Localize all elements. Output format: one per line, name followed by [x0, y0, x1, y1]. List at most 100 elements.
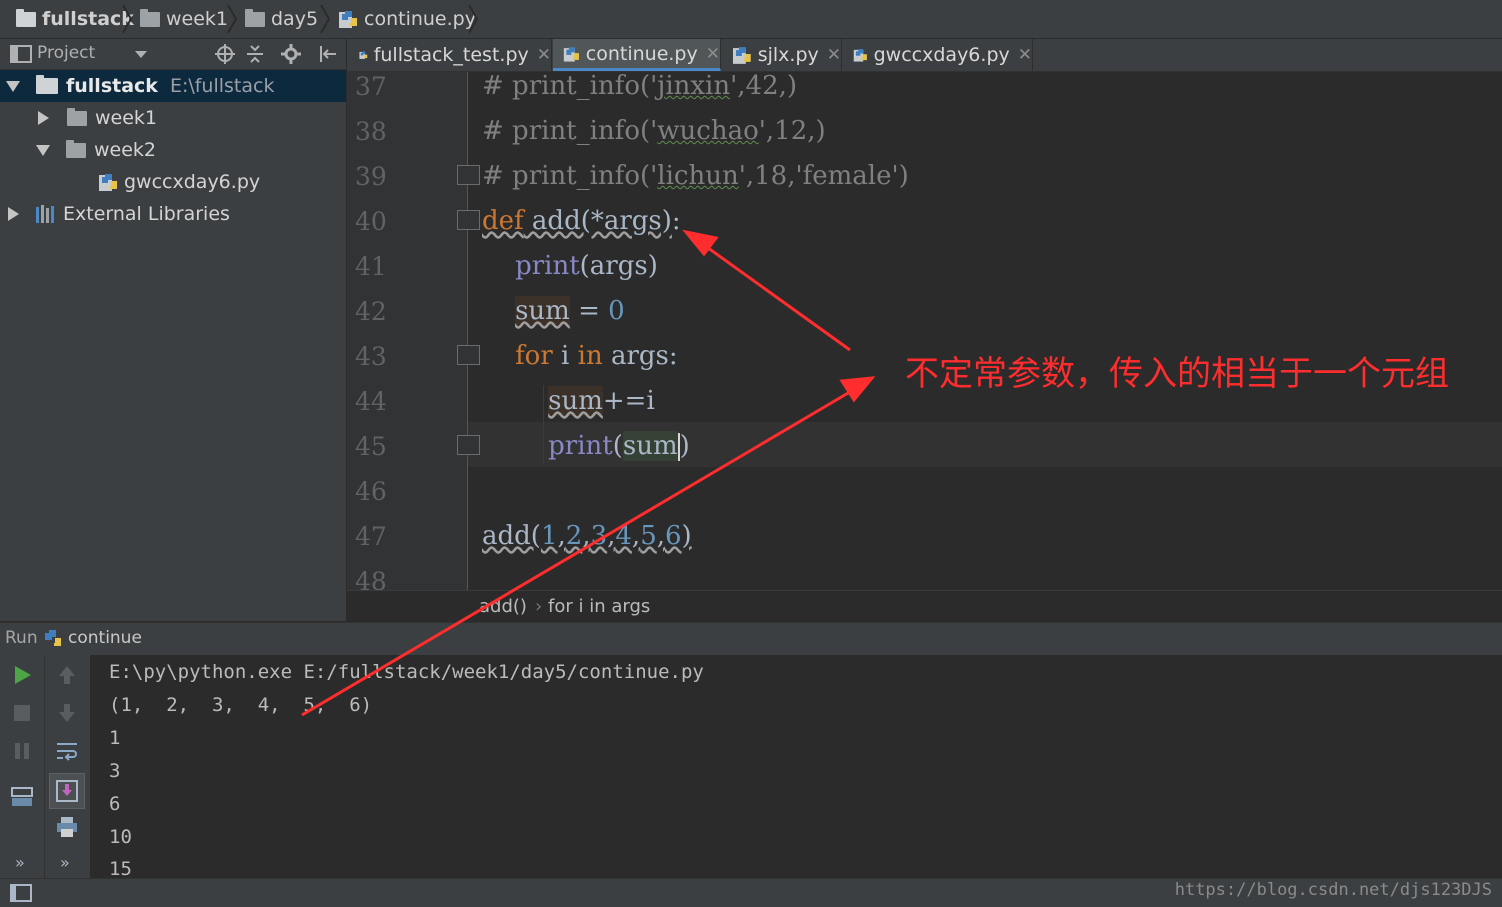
breadcrumb-add-function[interactable]: add() [479, 596, 527, 617]
chevron-right-icon [122, 4, 132, 34]
breadcrumb-for-loop[interactable]: for i in args [548, 596, 650, 617]
code-line: add(1,2,3,4,5,6) [482, 521, 692, 551]
console-line: 1 [109, 727, 121, 749]
tree-item-week2[interactable]: week2 [0, 134, 346, 166]
console-line: 3 [109, 760, 121, 782]
python-file-icon [339, 11, 357, 28]
fold-marker-icon[interactable] [457, 210, 480, 230]
line-number: 47 [355, 522, 387, 551]
project-view-label[interactable]: Project [37, 43, 95, 63]
python-icon [45, 630, 61, 646]
breadcrumb-item-day5[interactable]: day5 [245, 0, 318, 38]
chevron-right-icon [320, 4, 330, 34]
tree-item-week1[interactable]: week1 [0, 102, 346, 134]
run-toolbar: » » [0, 655, 90, 878]
tab-continue-py[interactable]: continue.py ✕ [553, 39, 721, 71]
project-panel-header: Project [0, 39, 346, 70]
collapse-all-icon[interactable] [245, 44, 265, 64]
annotation-text: 不定常参数，传入的相当于一个元组 [905, 354, 1449, 394]
folder-icon [36, 75, 58, 94]
breadcrumb-item-week1[interactable]: week1 [140, 0, 228, 38]
run-label: Run [5, 628, 38, 648]
editor-tab-bar: fullstack_test.py ✕ continue.py ✕ sjlx.p… [347, 39, 1502, 72]
console-line: 6 [109, 793, 121, 815]
python-file-icon [99, 174, 117, 191]
project-icon [10, 45, 32, 63]
python-file-icon [732, 47, 751, 64]
hide-panel-icon[interactable] [318, 44, 338, 64]
line-number: 44 [355, 387, 387, 416]
run-config-name[interactable]: continue [68, 628, 142, 648]
console-line: 10 [109, 826, 132, 848]
folder-icon [66, 139, 86, 158]
gear-icon[interactable] [280, 43, 302, 65]
pause-icon[interactable] [10, 739, 34, 763]
python-file-icon [359, 51, 368, 59]
line-number: 46 [355, 477, 387, 506]
more-icon[interactable]: » [60, 853, 70, 872]
expand-arrow-icon[interactable] [8, 207, 19, 221]
breadcrumb-item-continue-py[interactable]: continue.py [338, 0, 476, 38]
line-number: 38 [355, 117, 387, 146]
line-number: 43 [355, 342, 387, 371]
line-number: 41 [355, 252, 387, 281]
editor-gutter [347, 72, 467, 590]
python-file-icon [563, 46, 579, 62]
tool-windows-icon[interactable] [10, 884, 32, 902]
fold-marker-icon[interactable] [457, 165, 480, 185]
locate-file-icon[interactable] [215, 44, 235, 64]
close-icon[interactable]: ✕ [537, 45, 551, 65]
expand-arrow-icon[interactable] [6, 80, 20, 92]
run-console[interactable] [90, 655, 1502, 878]
line-number: 39 [355, 162, 387, 191]
tab-fullstack-test-py[interactable]: fullstack_test.py ✕ [349, 39, 552, 71]
line-number: 48 [355, 567, 387, 590]
chevron-right-icon: › [535, 596, 543, 617]
close-icon[interactable]: ✕ [827, 45, 841, 65]
line-number: 45 [355, 432, 387, 461]
chevron-right-icon [468, 4, 478, 34]
fold-marker-icon[interactable] [457, 345, 480, 365]
tree-item-fullstack[interactable]: fullstack E:\fullstack [0, 70, 346, 102]
chevron-right-icon [227, 4, 237, 34]
scroll-to-end-button[interactable] [49, 773, 85, 809]
console-line: 15 [109, 858, 132, 878]
expand-arrow-icon[interactable] [36, 144, 50, 156]
dropdown-arrow-icon[interactable] [135, 51, 147, 59]
tab-sjlx-py[interactable]: sjlx.py ✕ [722, 39, 842, 71]
code-line: sum = 0 [515, 296, 625, 326]
line-number: 42 [355, 297, 387, 326]
code-line: print(sum) [548, 431, 690, 461]
folder-icon [16, 8, 36, 27]
tree-item-gwccxday6-py[interactable]: gwccxday6.py [0, 166, 346, 198]
navigation-breadcrumb: fullstack week1 day5 continue.py [0, 0, 1502, 39]
code-line: # print_info('wuchao',12,) [482, 116, 826, 146]
print-icon[interactable] [55, 815, 79, 839]
code-line: sum+=i [548, 386, 655, 416]
console-line: E:\py\python.exe E:/fullstack/week1/day5… [109, 661, 704, 683]
tab-gwccxday6-py[interactable]: gwccxday6.py ✕ [843, 39, 1033, 71]
rerun-icon[interactable] [10, 663, 34, 687]
more-icon[interactable]: » [15, 853, 25, 872]
arrow-down-icon[interactable] [55, 701, 79, 725]
breadcrumb-item-fullstack[interactable]: fullstack [16, 0, 134, 38]
console-line: (1, 2, 3, 4, 5, 6) [109, 694, 373, 716]
code-line: # print_info('lichun',18,'female') [482, 161, 909, 191]
tree-item-external-libraries[interactable]: External Libraries [0, 198, 346, 230]
python-file-icon [853, 49, 867, 62]
scroll-to-end-icon [56, 780, 78, 802]
layout-icon[interactable] [10, 785, 34, 809]
code-line: # print_info('jinxin',42,) [482, 71, 798, 101]
folder-icon [245, 8, 265, 27]
soft-wrap-icon[interactable] [55, 739, 79, 763]
stop-icon[interactable] [10, 701, 34, 725]
arrow-up-icon[interactable] [55, 663, 79, 687]
close-icon[interactable]: ✕ [1018, 45, 1032, 65]
fold-marker-icon[interactable] [457, 435, 480, 455]
close-icon[interactable]: ✕ [706, 44, 720, 64]
code-line: def add(*args): [482, 206, 681, 236]
editor-breadcrumb: add() › for i in args [347, 590, 1502, 623]
code-editor[interactable] [468, 72, 1502, 590]
expand-arrow-icon[interactable] [38, 111, 49, 125]
library-icon [36, 205, 54, 223]
